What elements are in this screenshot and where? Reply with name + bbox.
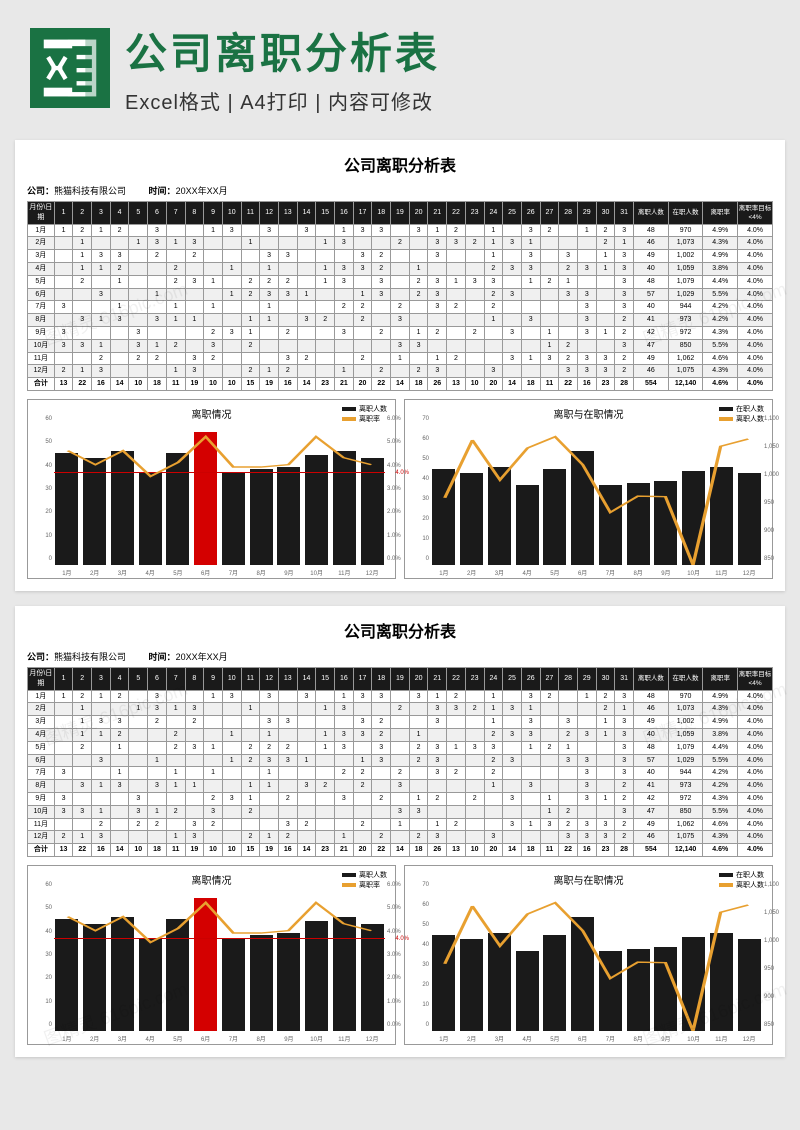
sheet: 公司离职分析表 公司：熊猫科技有限公司 时间：20XX年XX月 月份\日期123… xyxy=(15,606,785,1057)
template-subtitle: Excel格式 | A4打印 | 内容可修改 xyxy=(125,86,770,115)
sheet-meta: 公司：熊猫科技有限公司 时间：20XX年XX月 xyxy=(27,184,773,197)
sheet: 公司离职分析表 公司：熊猫科技有限公司 时间：20XX年XX月 月份\日期123… xyxy=(15,140,785,591)
chart-headcount: 离职与在职情况 在职人数 离职人数 010203040506070 850900… xyxy=(404,865,773,1045)
table-row: 2月11313113233213121461,0734.3%4.0% xyxy=(28,703,773,716)
template-title: 公司离职分析表 xyxy=(125,20,770,81)
table-row: 11月222323221123132332491,0624.6%4.0% xyxy=(28,818,773,831)
chart-headcount: 离职与在职情况 在职人数 离职人数 010203040506070 850900… xyxy=(404,399,773,579)
table-row: 11月222323221123132332491,0624.6%4.0% xyxy=(28,352,773,365)
table-row: 7月3111122232233409444.2%4.0% xyxy=(28,767,773,780)
table-row: 12月21313212122333332461,0754.3%4.0% xyxy=(28,831,773,844)
data-table: 月份\日期12345678910111213141516171819202122… xyxy=(27,201,773,391)
table-row: 6月3112331132323333571,0295.5%4.0% xyxy=(28,754,773,767)
table-row: 9月3323123212231312429724.3%4.0% xyxy=(28,326,773,339)
table-row: 8月3133111132231332419734.2%4.0% xyxy=(28,314,773,327)
table-row: 7月3111122232233409444.2%4.0% xyxy=(28,301,773,314)
table-row: 9月3323123212231312429724.3%4.0% xyxy=(28,792,773,805)
total-row: 合计13221614101811191010151916142321202214… xyxy=(28,844,773,857)
table-row: 1月121231333133312132123489704.9%4.0% xyxy=(28,690,773,703)
table-row: 3月133223332313313491,0024.9%4.0% xyxy=(28,250,773,263)
table-row: 1月121231333133312132123489704.9%4.0% xyxy=(28,224,773,237)
excel-icon xyxy=(30,28,110,108)
sheet-title: 公司离职分析表 xyxy=(27,618,773,642)
table-row: 5月21231222133231331213481,0794.4%4.0% xyxy=(28,741,773,754)
chart-legend: 离职人数 离职率 xyxy=(342,870,387,890)
table-row: 10月3313123233123478505.5%4.0% xyxy=(28,805,773,818)
table-row: 5月21231222133231331213481,0794.4%4.0% xyxy=(28,275,773,288)
sheet-meta: 公司：熊猫科技有限公司 时间：20XX年XX月 xyxy=(27,650,773,663)
chart-turnover: 离职情况 离职人数 离职率 0102030405060 0.0%1.0%2.0%… xyxy=(27,865,396,1045)
table-row: 2月11313113233213121461,0734.3%4.0% xyxy=(28,237,773,250)
chart-legend: 离职人数 离职率 xyxy=(342,404,387,424)
sheet-title: 公司离职分析表 xyxy=(27,152,773,176)
table-row: 8月3133111132231332419734.2%4.0% xyxy=(28,780,773,793)
table-row: 4月112211133212332313401,0593.8%4.0% xyxy=(28,728,773,741)
chart-turnover: 离职情况 离职人数 离职率 0102030405060 0.0%1.0%2.0%… xyxy=(27,399,396,579)
table-row: 10月3313123233123478505.5%4.0% xyxy=(28,339,773,352)
table-row: 4月112211133212332313401,0593.8%4.0% xyxy=(28,262,773,275)
total-row: 合计13221614101811191010151916142321202214… xyxy=(28,378,773,391)
template-header: 公司离职分析表 Excel格式 | A4打印 | 内容可修改 xyxy=(0,0,800,125)
chart-legend: 在职人数 离职人数 xyxy=(719,870,764,890)
data-table: 月份\日期12345678910111213141516171819202122… xyxy=(27,667,773,857)
chart-legend: 在职人数 离职人数 xyxy=(719,404,764,424)
table-row: 6月3112331132323333571,0295.5%4.0% xyxy=(28,288,773,301)
table-row: 12月21313212122333332461,0754.3%4.0% xyxy=(28,365,773,378)
table-row: 3月133223332313313491,0024.9%4.0% xyxy=(28,716,773,729)
